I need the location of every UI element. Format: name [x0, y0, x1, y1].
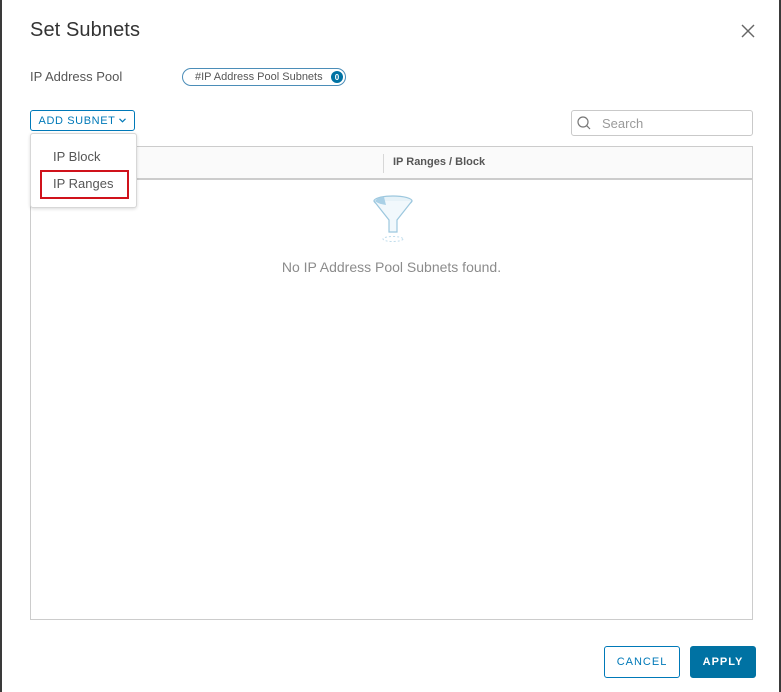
- search-box[interactable]: [571, 110, 753, 136]
- add-subnet-dropdown-menu: IP Block IP Ranges: [30, 133, 137, 208]
- column-separator[interactable]: [383, 154, 384, 173]
- chevron-down-icon: [119, 116, 127, 125]
- search-icon: [577, 116, 591, 130]
- menu-item-ip-block[interactable]: IP Block: [53, 149, 100, 164]
- ip-address-pool-subnets-pill[interactable]: #IP Address Pool Subnets 0: [182, 68, 346, 86]
- datagrid-header: IP Ranges / Block: [31, 147, 752, 180]
- add-subnet-label: ADD SUBNET: [38, 114, 116, 127]
- dialog-title: Set Subnets: [30, 19, 141, 41]
- add-subnet-button[interactable]: ADD SUBNET: [30, 110, 135, 131]
- subnets-datagrid: IP Ranges / Block No IP Address Pool Sub…: [30, 146, 753, 620]
- cancel-button[interactable]: CANCEL: [604, 646, 680, 678]
- close-icon: [741, 24, 755, 38]
- set-subnets-dialog: Set Subnets IP Address Pool #IP Address …: [2, 0, 779, 692]
- empty-state-message: No IP Address Pool Subnets found.: [281, 259, 502, 275]
- subnet-count-badge: 0: [331, 71, 343, 83]
- column-header-ip-ranges-block[interactable]: IP Ranges / Block: [393, 156, 485, 168]
- funnel-icon: [373, 195, 413, 242]
- search-input[interactable]: [600, 114, 744, 132]
- pill-text: #IP Address Pool Subnets: [195, 71, 323, 83]
- apply-button[interactable]: APPLY: [690, 646, 756, 678]
- menu-item-ip-ranges[interactable]: IP Ranges: [53, 176, 113, 191]
- ip-address-pool-label: IP Address Pool: [30, 69, 123, 84]
- close-button[interactable]: [739, 22, 757, 40]
